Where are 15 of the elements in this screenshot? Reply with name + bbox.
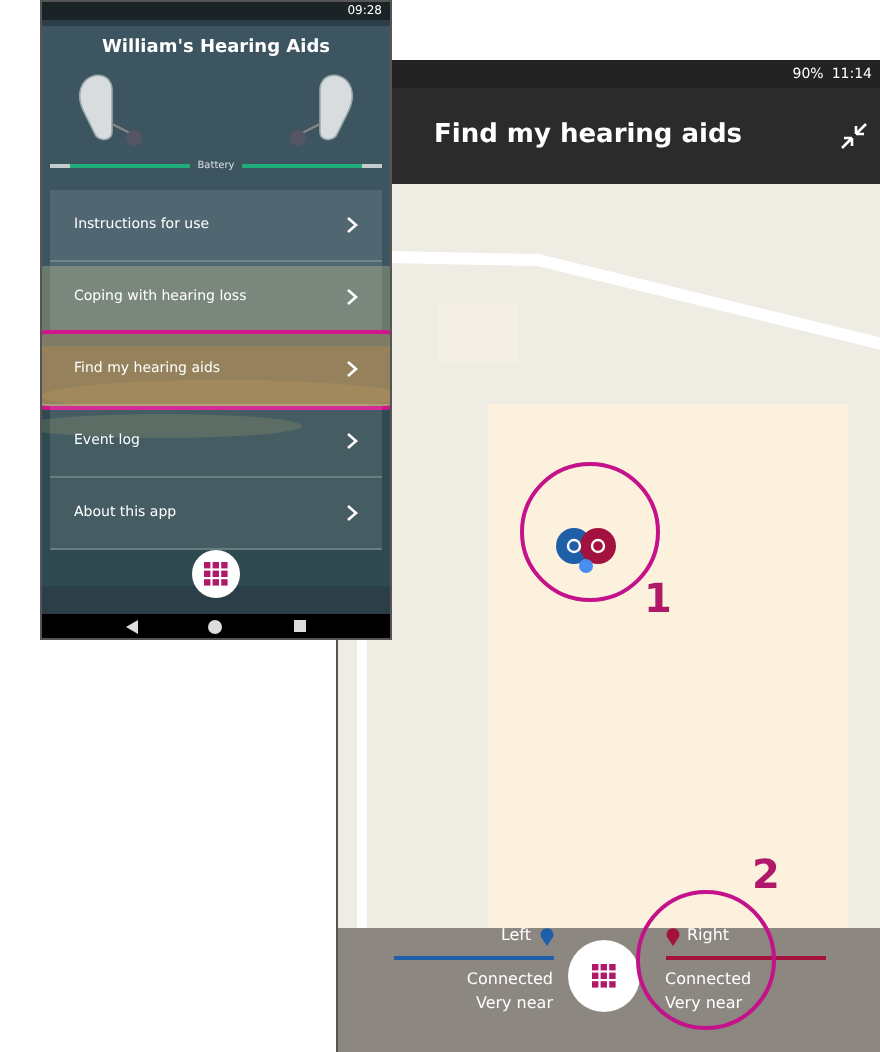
grid-icon bbox=[591, 964, 615, 988]
connection-status: Connected bbox=[466, 968, 553, 992]
device-label: Right bbox=[687, 924, 730, 948]
annotation-number: 2 bbox=[752, 848, 780, 902]
home-icon[interactable] bbox=[208, 619, 223, 633]
annotation-number: 1 bbox=[644, 572, 672, 626]
distance-text: Very near bbox=[475, 992, 553, 1016]
menu-button[interactable] bbox=[567, 940, 639, 1012]
device-label: Left bbox=[500, 924, 531, 948]
connection-status: Connected bbox=[665, 968, 752, 992]
collapse-icon[interactable] bbox=[840, 122, 868, 150]
back-icon[interactable] bbox=[125, 619, 138, 633]
screen-title: Find my hearing aids bbox=[434, 118, 743, 155]
recents-icon[interactable] bbox=[294, 620, 307, 632]
distance-text: Very near bbox=[665, 992, 743, 1016]
